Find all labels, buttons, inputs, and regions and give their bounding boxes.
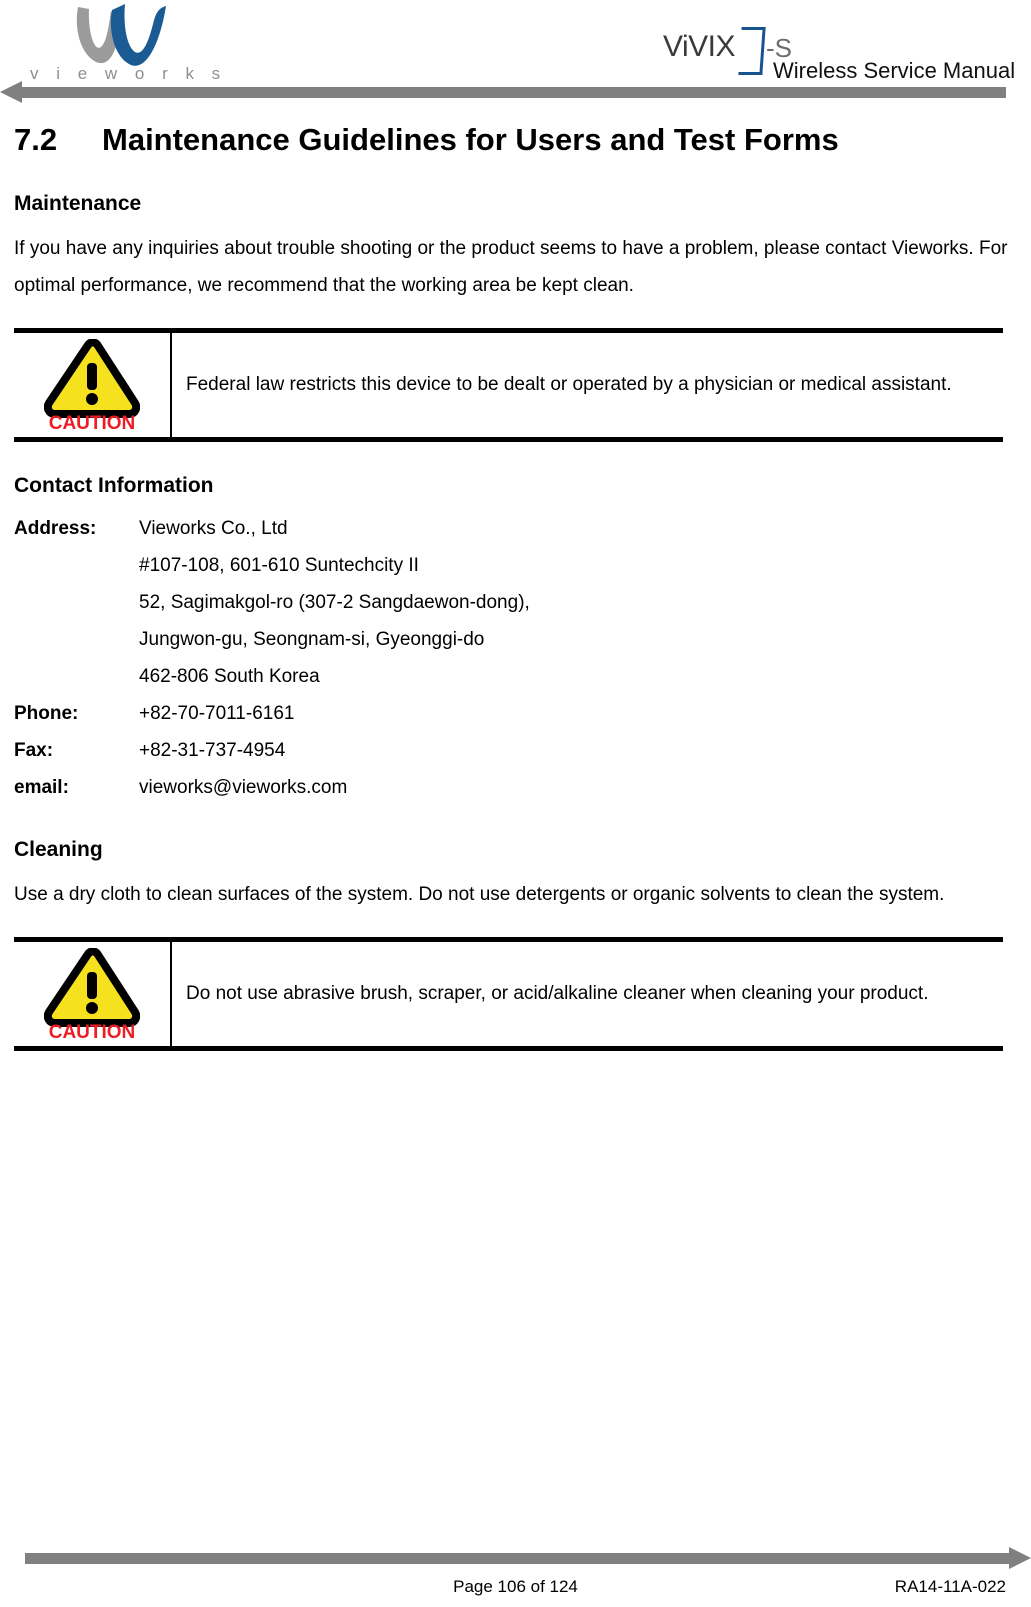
caution-triangle-icon: CAUTION (44, 339, 140, 431)
section-title-text: Maintenance Guidelines for Users and Tes… (102, 122, 839, 157)
contact-label-fax: Fax: (14, 740, 54, 761)
vivix-logo-text: ViVIX (663, 30, 736, 63)
contact-label-address: Address: (14, 518, 97, 539)
contact-value-email: vieworks@vieworks.com (139, 777, 348, 798)
contact-row-email: email: vieworks@vieworks.com (14, 769, 1017, 806)
caution-triangle-icon: CAUTION (44, 948, 140, 1040)
contact-label-phone: Phone: (14, 703, 79, 724)
caution-text-cell: Federal law restricts this device to be … (172, 333, 1003, 437)
document-page: v i e w o r k s ViVIX -S Wireless Servic… (0, 0, 1031, 1607)
contact-value-address: Vieworks Co., Ltd #107-108, 601-610 Sunt… (139, 510, 1017, 695)
caution-icon-cell: CAUTION (14, 333, 172, 437)
svg-text:CAUTION: CAUTION (49, 413, 136, 431)
heading-maintenance: Maintenance (14, 192, 142, 215)
address-line: 462-806 South Korea (139, 666, 320, 687)
section-number: 7.2 (14, 122, 58, 157)
header-rule (22, 87, 1006, 98)
vieworks-logo: v i e w o r k s (30, 2, 220, 94)
address-line: #107-108, 601-610 Suntechcity II (139, 555, 419, 576)
page-footer: Page 106 of 124 RA14-11A-022 (0, 1527, 1031, 1607)
contact-label-email: email: (14, 777, 69, 798)
caution-text-maintenance: Federal law restricts this device to be … (186, 374, 952, 395)
caution-icon-cell: CAUTION (14, 942, 172, 1046)
contact-row-address: Address: Vieworks Co., Ltd #107-108, 601… (14, 510, 1017, 695)
footer-rule (25, 1553, 1009, 1564)
contact-value-phone: +82-70-7011-6161 (139, 703, 295, 724)
vieworks-w-logo-icon (76, 4, 166, 66)
footer-page-number: Page 106 of 124 (453, 1577, 578, 1596)
caution-text-cleaning: Do not use abrasive brush, scraper, or a… (186, 983, 929, 1004)
header-rule-arrow (0, 81, 22, 103)
address-line: Jungwon-gu, Seongnam-si, Gyeonggi-do (139, 629, 485, 650)
contact-row-phone: Phone: +82-70-7011-6161 (14, 695, 1017, 732)
page-content: 7.2 Maintenance Guidelines for Users and … (14, 120, 1017, 1051)
caution-box-maintenance: CAUTION Federal law restricts this devic… (14, 328, 1003, 442)
footer-document-code: RA14-11A-022 (894, 1577, 1006, 1596)
heading-cleaning: Cleaning (14, 838, 103, 861)
caution-text-cell: Do not use abrasive brush, scraper, or a… (172, 942, 1003, 1046)
vivix-bracket-icon (738, 27, 766, 75)
cleaning-paragraph: Use a dry cloth to clean surfaces of the… (14, 884, 945, 905)
manual-title: Wireless Service Manual (773, 58, 1016, 83)
maintenance-paragraph: If you have any inquiries about trouble … (14, 238, 1008, 296)
contact-row-fax: Fax: +82-31-737-4954 (14, 732, 1017, 769)
vieworks-wordmark: v i e w o r k s (30, 64, 227, 83)
address-line: Vieworks Co., Ltd (139, 518, 288, 539)
svg-text:CAUTION: CAUTION (49, 1022, 136, 1040)
page-header: v i e w o r k s ViVIX -S Wireless Servic… (0, 0, 1031, 112)
footer-rule-arrow (1009, 1547, 1031, 1569)
page-title: 7.2 Maintenance Guidelines for Users and … (14, 120, 1017, 160)
address-line: 52, Sagimakgol-ro (307-2 Sangdaewon-dong… (139, 592, 530, 613)
contact-information-list: Address: Vieworks Co., Ltd #107-108, 601… (14, 510, 1017, 806)
contact-value-fax: +82-31-737-4954 (139, 740, 286, 761)
caution-box-cleaning: CAUTION Do not use abrasive brush, scrap… (14, 937, 1003, 1051)
heading-contact-information: Contact Information (14, 474, 214, 497)
